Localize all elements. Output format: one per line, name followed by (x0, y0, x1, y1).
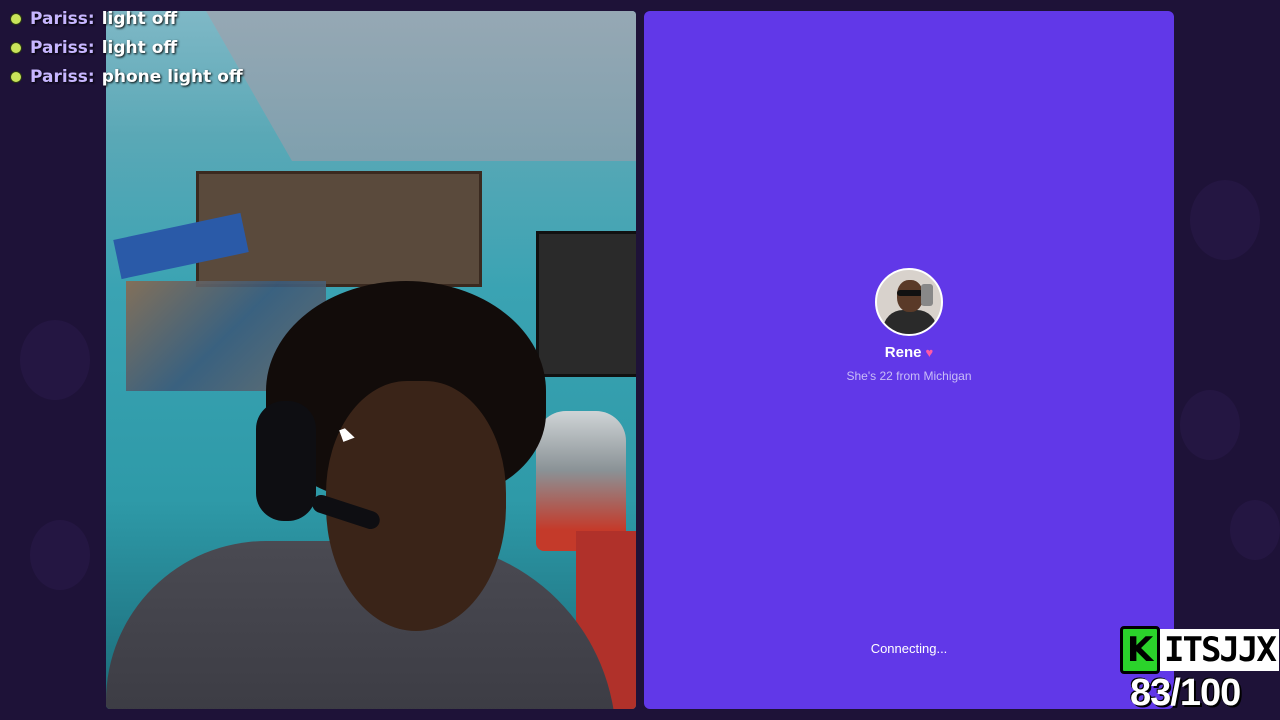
kick-logo-icon: K (1120, 626, 1160, 674)
chat-badge-icon (10, 70, 22, 83)
caller-avatar[interactable] (875, 268, 943, 336)
connection-status: Connecting... (870, 641, 948, 656)
call-panel: Rene ♥ She's 22 from Michigan Connecting.… (644, 11, 1174, 709)
background-decoration (1180, 390, 1240, 460)
avatar-phone (921, 284, 933, 306)
avatar-glasses (897, 290, 923, 296)
chat-overlay: Pariss: light off Pariss: light off Pari… (10, 4, 243, 91)
chat-username: Pariss: (30, 66, 95, 87)
chat-badge-icon (10, 12, 22, 25)
background-decoration (1190, 180, 1260, 260)
headset-icon (256, 401, 316, 521)
caller-name: Rene (884, 344, 922, 361)
webcam-photo-frame (536, 231, 636, 377)
chat-text: light off (101, 37, 178, 58)
webcam-feed (106, 11, 636, 709)
chat-badge-icon (10, 41, 22, 54)
chat-username: Pariss: (30, 37, 95, 58)
channel-brand: K ITSJJX (1120, 626, 1279, 674)
chat-message: Pariss: light off (10, 33, 243, 62)
caller-name-row: Rene ♥ (644, 344, 1174, 361)
background-decoration (30, 520, 90, 590)
chat-text: phone light off (101, 66, 243, 87)
chat-username: Pariss: (30, 8, 95, 29)
chat-text: light off (101, 8, 178, 29)
chat-message: Pariss: light off (10, 4, 243, 33)
webcam-mixer (536, 411, 626, 551)
score-counter: 83/100 (1130, 672, 1241, 714)
caller-description: She's 22 from Michigan (846, 369, 972, 383)
channel-name: ITSJJX (1160, 629, 1279, 671)
chat-message: Pariss: phone light off (10, 62, 243, 91)
background-decoration (1230, 500, 1280, 560)
avatar-body (883, 310, 937, 334)
heart-icon: ♥ (925, 345, 934, 360)
avatar-head (897, 280, 923, 312)
background-decoration (20, 320, 90, 400)
